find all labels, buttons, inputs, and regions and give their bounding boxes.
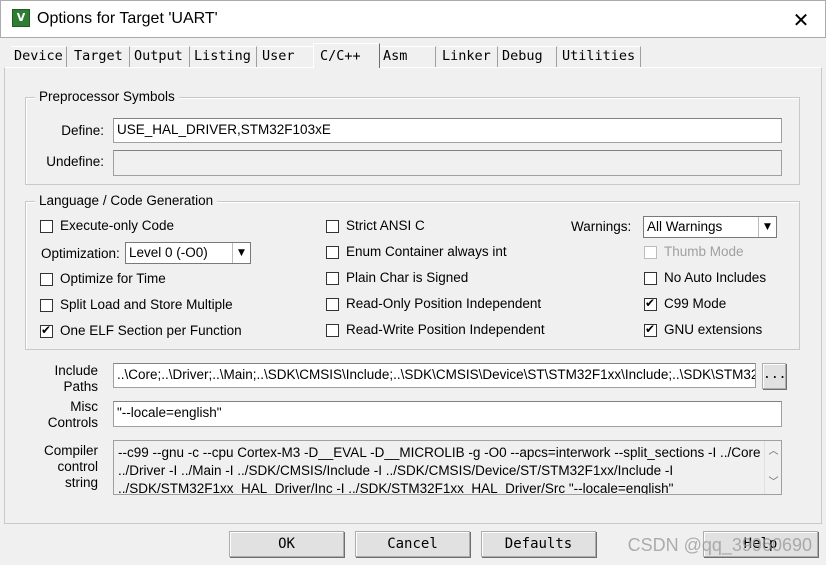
defaults-button[interactable]: Defaults xyxy=(481,531,596,557)
warnings-label: Warnings: xyxy=(571,219,632,234)
include-label-line1: Include xyxy=(54,363,98,378)
gnu-extensions-checkbox[interactable] xyxy=(644,322,657,337)
compiler-label-line3: string xyxy=(64,475,98,490)
gnu-extensions-label: GNU extensions xyxy=(664,322,763,337)
c99-mode-checkbox[interactable] xyxy=(644,296,657,311)
execute-only-label: Execute-only Code xyxy=(60,218,175,233)
strict-ansi-checkbox[interactable] xyxy=(326,220,339,233)
tab-debug[interactable]: Debug xyxy=(499,46,557,67)
keil-uv-icon: V xyxy=(12,9,30,27)
tab-asm[interactable]: Asm xyxy=(380,46,436,67)
scroll-down-icon[interactable]: ﹀ xyxy=(765,474,782,491)
tab-user[interactable]: User xyxy=(259,46,316,67)
include-browse-button[interactable]: ... xyxy=(762,363,786,389)
one-elf-section-checkbox[interactable] xyxy=(40,323,53,338)
language-legend: Language / Code Generation xyxy=(35,193,218,208)
compiler-scrollbar[interactable]: ︿ ﹀ xyxy=(764,441,781,494)
preprocessor-legend: Preprocessor Symbols xyxy=(35,89,179,104)
plain-char-signed-label: Plain Char is Signed xyxy=(346,270,469,285)
plain-char-signed-checkbox[interactable] xyxy=(326,272,339,285)
tab-target[interactable]: Target xyxy=(71,46,130,67)
include-paths-input[interactable]: ..\Core;..\Driver;..\Main;..\SDK\CMSIS\I… xyxy=(113,363,756,388)
tab-linker[interactable]: Linker xyxy=(439,46,498,67)
thumb-mode-checkbox[interactable] xyxy=(644,246,657,259)
split-load-store-checkbox[interactable] xyxy=(40,299,53,312)
close-icon[interactable]: ✕ xyxy=(787,7,815,33)
define-input[interactable]: USE_HAL_DRIVER,STM32F103xE xyxy=(113,118,782,143)
rw-pi-checkbox[interactable] xyxy=(326,324,339,337)
undefine-label: Undefine: xyxy=(46,154,104,169)
c99-mode-label: C99 Mode xyxy=(664,296,727,311)
ok-button[interactable]: OK xyxy=(229,531,344,557)
tab-output[interactable]: Output xyxy=(131,46,190,67)
warnings-value: All Warnings xyxy=(647,219,723,234)
tab-device[interactable]: Device xyxy=(11,46,67,67)
no-auto-includes-checkbox[interactable] xyxy=(644,272,657,285)
compiler-label-line1: Compiler xyxy=(43,443,98,458)
misc-controls-input[interactable]: "--locale=english" xyxy=(113,401,782,427)
optimization-select[interactable]: Level 0 (-O0) ▼ xyxy=(125,242,251,264)
ro-pi-label: Read-Only Position Independent xyxy=(346,296,542,311)
cancel-button[interactable]: Cancel xyxy=(355,531,470,557)
tab-listing[interactable]: Listing xyxy=(191,46,257,67)
chevron-down-icon: ▼ xyxy=(758,217,776,237)
optimize-time-label: Optimize for Time xyxy=(60,271,166,286)
tab-utilities[interactable]: Utilities xyxy=(559,46,641,67)
misc-label-line2: Controls xyxy=(47,415,98,430)
chevron-down-icon: ▼ xyxy=(232,243,250,263)
enum-container-checkbox[interactable] xyxy=(326,246,339,259)
title-bar: V Options for Target 'UART' ✕ xyxy=(0,0,826,38)
scroll-up-icon[interactable]: ︿ xyxy=(765,443,782,460)
strict-ansi-label: Strict ANSI C xyxy=(346,218,425,233)
ro-pi-checkbox[interactable] xyxy=(326,298,339,311)
enum-container-label: Enum Container always int xyxy=(346,244,507,259)
split-load-store-label: Split Load and Store Multiple xyxy=(60,297,233,312)
optimize-time-checkbox[interactable] xyxy=(40,273,53,286)
tab-c-cpp[interactable]: C/C++ xyxy=(313,43,380,68)
undefine-input[interactable] xyxy=(113,150,782,176)
warnings-select[interactable]: All Warnings ▼ xyxy=(643,216,777,238)
optimization-value: Level 0 (-O0) xyxy=(129,245,208,260)
execute-only-checkbox[interactable] xyxy=(40,220,53,233)
compiler-control-string[interactable]: --c99 --gnu -c --cpu Cortex-M3 -D__EVAL … xyxy=(113,440,782,495)
define-label: Define: xyxy=(61,123,104,138)
thumb-mode-label: Thumb Mode xyxy=(664,244,744,259)
no-auto-includes-label: No Auto Includes xyxy=(664,270,767,285)
rw-pi-label: Read-Write Position Independent xyxy=(346,322,545,337)
csdn-watermark: CSDN @qq_39960690 xyxy=(627,535,812,555)
window-title: Options for Target 'UART' xyxy=(37,10,218,27)
misc-label-line1: Misc xyxy=(70,399,98,414)
include-label-line2: Paths xyxy=(63,379,98,394)
compiler-label-line2: control xyxy=(57,459,98,474)
optimization-label: Optimization: xyxy=(41,246,120,261)
one-elf-section-label: One ELF Section per Function xyxy=(60,323,242,338)
